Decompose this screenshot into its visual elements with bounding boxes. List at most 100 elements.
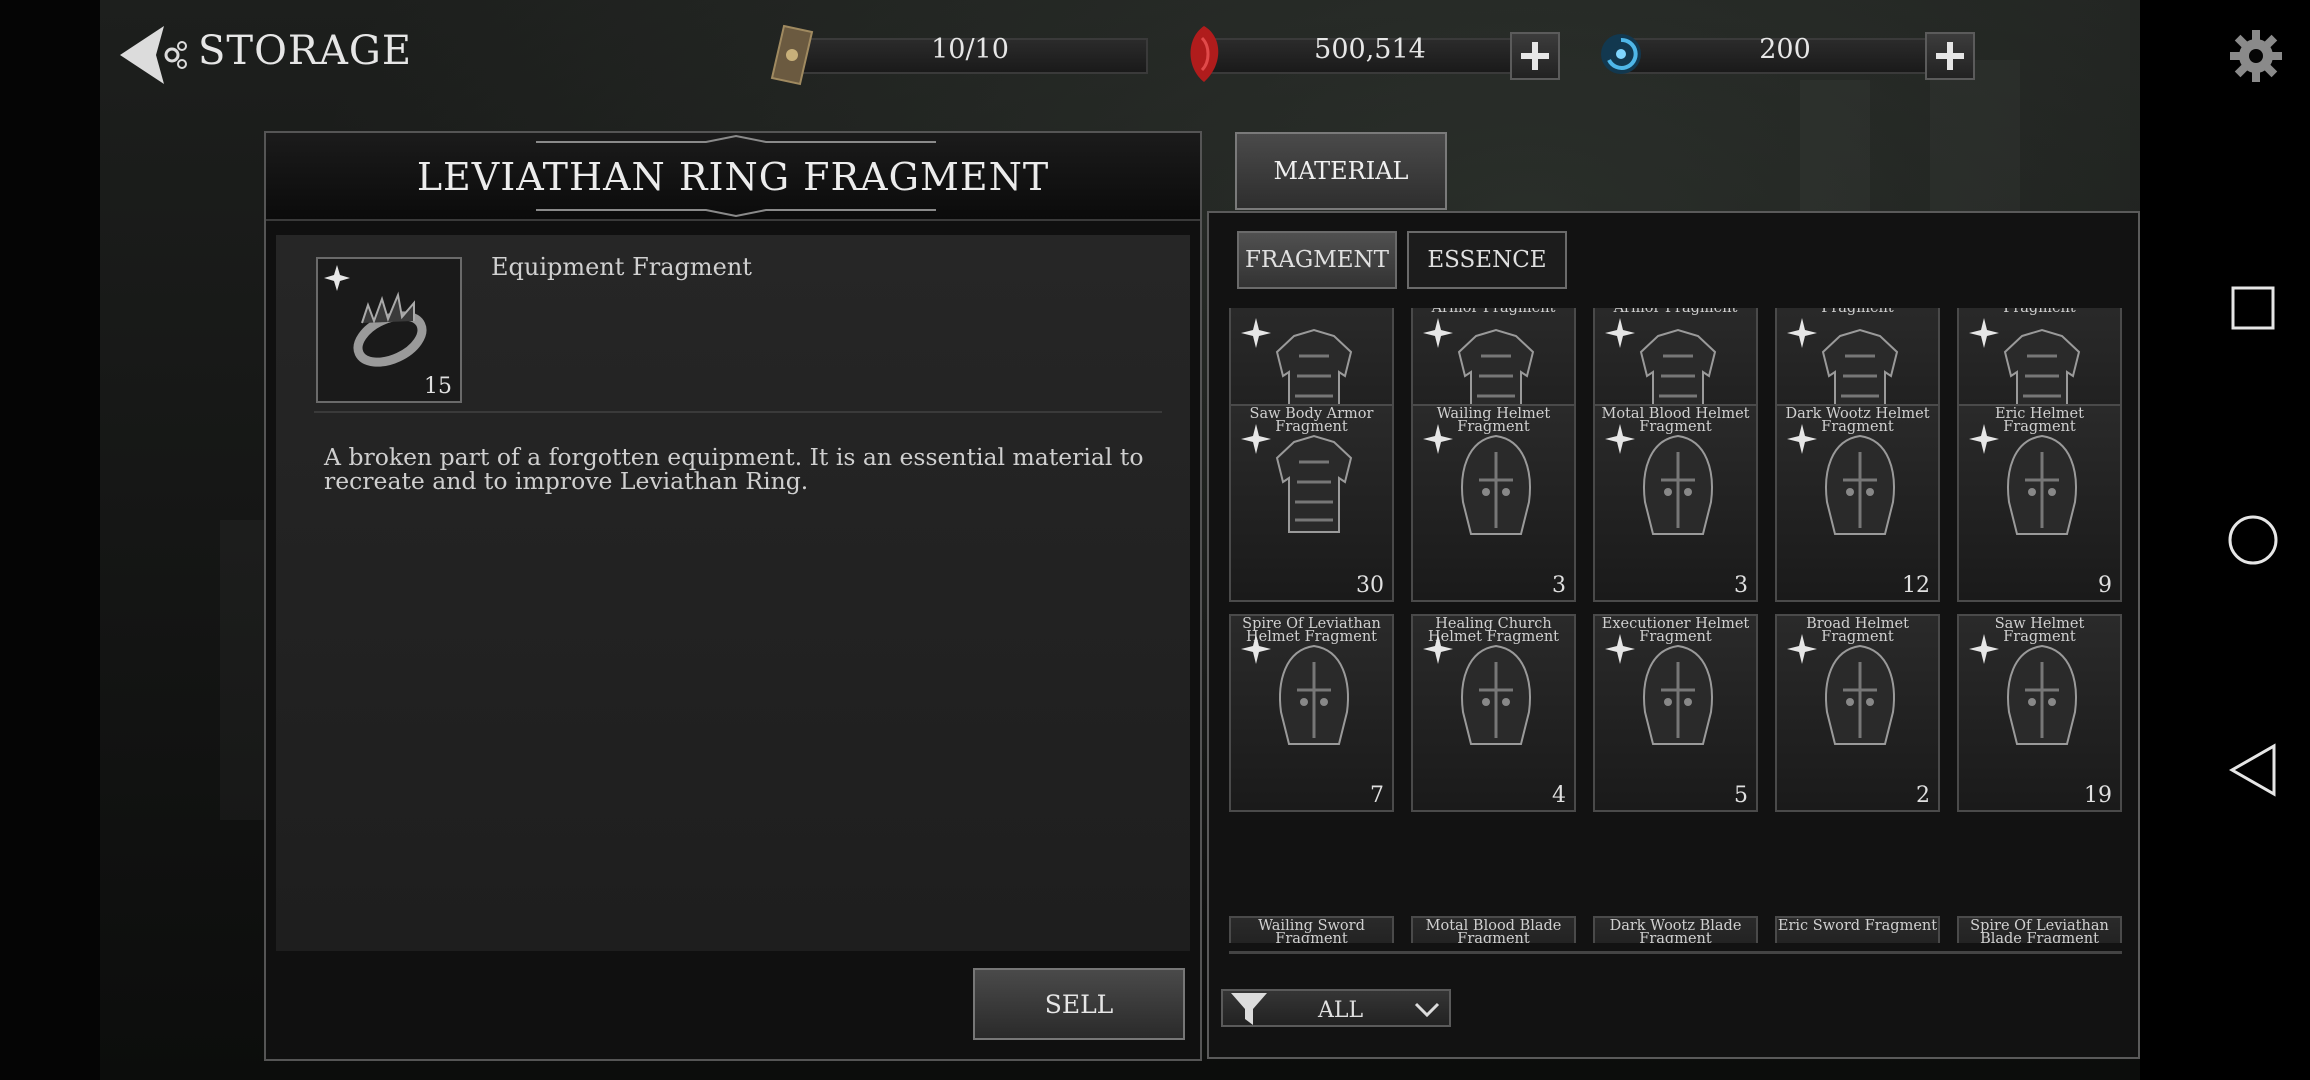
cell-count: 9 xyxy=(2098,573,2112,598)
ornament-icon xyxy=(536,135,936,143)
inventory-cell[interactable]: Motal Blood Helmet Fragment 3 xyxy=(1593,404,1758,602)
cell-name: Spire Of Leviathan Blade Fragment xyxy=(1970,918,2109,943)
plus-icon xyxy=(1936,42,1964,70)
cell-count: 4 xyxy=(1552,783,1566,808)
plus-icon xyxy=(1521,42,1549,70)
inventory-panel: FRAGMENT ESSENCE 6Armor Fragment7Armor F… xyxy=(1207,211,2140,1059)
filter-dropdown[interactable]: ALL xyxy=(1221,989,1451,1027)
back-button[interactable] xyxy=(118,22,190,88)
red-gem-icon xyxy=(1190,26,1219,82)
sparkle-icon xyxy=(1969,634,1999,664)
inventory-cell[interactable]: Spire Of Leviathan Helmet Fragment 7 xyxy=(1229,614,1394,812)
sparkle-icon xyxy=(1969,424,1999,454)
cell-count: 3 xyxy=(1734,573,1748,598)
item-slot: 15 xyxy=(316,257,462,403)
filter-icon xyxy=(1231,993,1267,1025)
cell-count: 2 xyxy=(1916,783,1930,808)
filter-value: ALL xyxy=(1318,998,1364,1023)
sparkle-icon xyxy=(1605,318,1635,348)
cell-count: 5 xyxy=(1734,783,1748,808)
helmet-icon xyxy=(1643,434,1713,535)
ornate-arrow-back-icon xyxy=(120,26,187,84)
inventory-cell[interactable]: Motal Blood Blade Fragment xyxy=(1411,916,1576,943)
add-red-currency-button[interactable] xyxy=(1510,32,1560,80)
cell-name: Eric Sword Fragment xyxy=(1777,918,1938,934)
inventory-cell[interactable]: Executioner Helmet Fragment 5 xyxy=(1593,614,1758,812)
helmet-icon xyxy=(2007,644,2077,745)
helmet-icon xyxy=(1643,644,1713,745)
helmet-icon xyxy=(2007,434,2077,535)
cell-name: Fragment xyxy=(2003,308,2076,316)
helmet-icon xyxy=(1461,644,1531,745)
back-nav-button[interactable] xyxy=(2225,742,2281,798)
tab-material[interactable]: MATERIAL xyxy=(1235,132,1447,210)
tab-essence[interactable]: ESSENCE xyxy=(1407,231,1567,289)
item-title: LEVIATHAN RING FRAGMENT xyxy=(416,155,1050,199)
sparkle-icon xyxy=(1241,634,1271,664)
item-count: 15 xyxy=(424,374,452,399)
cell-count: 12 xyxy=(1902,573,1930,598)
sparkle-icon xyxy=(1241,424,1271,454)
cell-count: 3 xyxy=(1552,573,1566,598)
cell-count: 7 xyxy=(1370,783,1384,808)
inventory-cell[interactable]: Wailing Sword Fragment xyxy=(1229,916,1394,943)
sparkle-icon xyxy=(1241,318,1271,348)
cell-name: Fragment xyxy=(1821,308,1894,316)
inventory-cell[interactable]: Eric Sword Fragment xyxy=(1775,916,1940,943)
cell-name: Armor Fragment xyxy=(1431,308,1556,316)
helmet-icon xyxy=(1279,644,1349,745)
sell-button[interactable]: SELL xyxy=(973,968,1185,1040)
blue-orb-icon xyxy=(1601,34,1641,74)
triangle-back-icon xyxy=(2228,743,2276,797)
inventory-cell[interactable]: Broad Helmet Fragment 2 xyxy=(1775,614,1940,812)
square-icon xyxy=(2231,286,2275,330)
helmet-icon xyxy=(1461,434,1531,535)
cell-name: Motal Blood Blade Fragment xyxy=(1425,918,1562,943)
inventory-cell[interactable]: Dark Wootz Blade Fragment xyxy=(1593,916,1758,943)
add-blue-currency-button[interactable] xyxy=(1925,32,1975,80)
circle-icon xyxy=(2228,515,2278,565)
armor-icon xyxy=(1275,434,1353,533)
sparkle-icon xyxy=(1787,424,1817,454)
sparkle-icon xyxy=(1605,634,1635,664)
ornament-icon xyxy=(536,209,936,217)
settings-button[interactable] xyxy=(2228,28,2284,84)
inventory-cell[interactable]: Wailing Helmet Fragment 3 xyxy=(1411,404,1576,602)
blue-currency-value: 200 xyxy=(1759,34,1811,65)
inventory-cell[interactable]: Saw Helmet Fragment 19 xyxy=(1957,614,2122,812)
tab-fragment[interactable]: FRAGMENT xyxy=(1237,231,1397,289)
card-icon xyxy=(770,24,814,86)
item-type: Equipment Fragment xyxy=(491,253,752,281)
sparkle-icon xyxy=(1605,424,1635,454)
home-button[interactable] xyxy=(2225,512,2281,568)
inventory-cell[interactable]: Saw Body Armor Fragment 30 xyxy=(1229,404,1394,602)
item-detail-panel: LEVIATHAN RING FRAGMENT 15 Equipment Fra… xyxy=(264,131,1202,1061)
sparkle-icon xyxy=(1787,318,1817,348)
recent-apps-button[interactable] xyxy=(2225,280,2281,336)
cell-count: 19 xyxy=(2084,783,2112,808)
inventory-grid: 6Armor Fragment7Armor Fragment9Fragment7… xyxy=(1229,308,2129,943)
gear-icon xyxy=(2230,30,2282,82)
cell-name: Armor Fragment xyxy=(1613,308,1738,316)
red-currency-value: 500,514 xyxy=(1314,34,1426,65)
inventory-cell[interactable]: Eric Helmet Fragment 9 xyxy=(1957,404,2122,602)
inventory-cell[interactable]: Spire Of Leviathan Blade Fragment xyxy=(1957,916,2122,943)
page-title: STORAGE xyxy=(198,28,413,74)
helmet-icon xyxy=(1825,434,1895,535)
inventory-cell[interactable]: Dark Wootz Helmet Fragment 12 xyxy=(1775,404,1940,602)
sparkle-icon xyxy=(1423,634,1453,664)
sparkle-icon xyxy=(1423,424,1453,454)
detail-header: LEVIATHAN RING FRAGMENT xyxy=(266,133,1200,221)
ring-fragment-icon xyxy=(353,291,427,367)
chevron-down-icon xyxy=(1414,1002,1440,1018)
cell-name: Wailing Sword Fragment xyxy=(1258,918,1365,943)
scrollbar[interactable] xyxy=(1229,951,2122,954)
sparkle-icon xyxy=(1423,318,1453,348)
divider xyxy=(314,411,1162,413)
sparkle-icon xyxy=(1787,634,1817,664)
inventory-capacity-value: 10/10 xyxy=(931,34,1009,65)
cell-count: 30 xyxy=(1356,573,1384,598)
helmet-icon xyxy=(1825,644,1895,745)
cell-name: Dark Wootz Blade Fragment xyxy=(1609,918,1742,943)
inventory-cell[interactable]: Healing Church Helmet Fragment 4 xyxy=(1411,614,1576,812)
